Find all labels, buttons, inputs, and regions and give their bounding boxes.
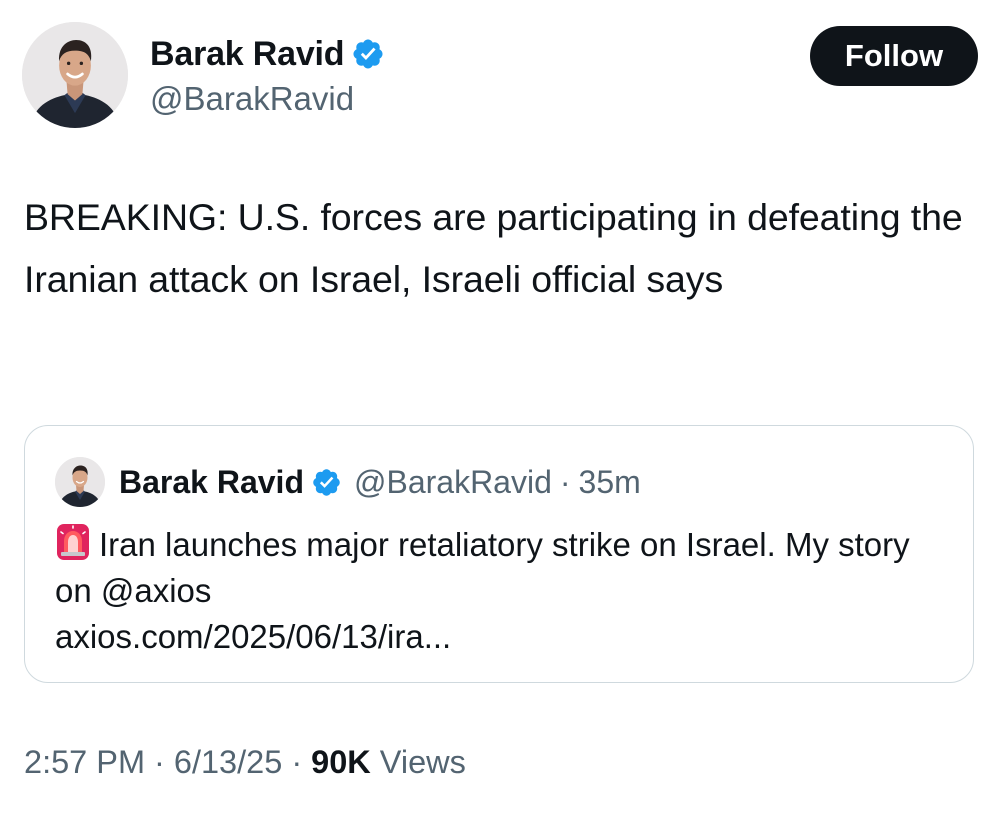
quoted-author-name: Barak Ravid	[119, 463, 304, 500]
person-icon	[55, 457, 105, 507]
quoted-tweet-body: Iran launches major retaliatory strike o…	[55, 522, 945, 660]
separator-dot: ·	[291, 744, 303, 780]
views-label: Views	[379, 744, 466, 780]
verified-badge-icon	[351, 37, 385, 71]
tweet-text: BREAKING: U.S. forces are participating …	[24, 196, 963, 300]
separator-dot: ·	[559, 463, 571, 500]
author-name[interactable]: Barak Ravid	[150, 35, 345, 74]
follow-button[interactable]: Follow	[810, 26, 978, 86]
tweet-header: Barak Ravid @BarakRavid Follow	[22, 22, 978, 130]
views-count: 90K	[311, 744, 371, 780]
verified-badge-icon	[311, 467, 342, 498]
quoted-author-handle: @BarakRavid	[353, 463, 552, 500]
separator-dot: ·	[154, 744, 165, 780]
quoted-tweet-time: 35m	[578, 463, 641, 500]
author-name-row: Barak Ravid	[150, 32, 385, 76]
author-info: Barak Ravid @BarakRavid	[150, 32, 385, 118]
person-icon	[22, 22, 128, 128]
quoted-tweet-header: Barak Ravid @BarakRavid · 35m	[55, 456, 641, 508]
tweet-time[interactable]: 2:57 PM	[24, 744, 145, 781]
siren-icon	[55, 522, 91, 562]
author-avatar[interactable]	[22, 22, 128, 128]
tweet-meta: 2:57 PM · 6/13/25 · 90K Views	[24, 744, 466, 781]
author-handle[interactable]: @BarakRavid	[150, 80, 385, 118]
quoted-tweet-text: Iran launches major retaliatory strike o…	[55, 526, 910, 609]
tweet-date[interactable]: 6/13/25	[174, 744, 282, 781]
quoted-author-avatar	[55, 457, 105, 507]
quoted-tweet-card[interactable]: Barak Ravid @BarakRavid · 35m Iran launc…	[24, 425, 974, 683]
quoted-tweet-link[interactable]: axios.com/2025/06/13/ira...	[55, 614, 945, 660]
